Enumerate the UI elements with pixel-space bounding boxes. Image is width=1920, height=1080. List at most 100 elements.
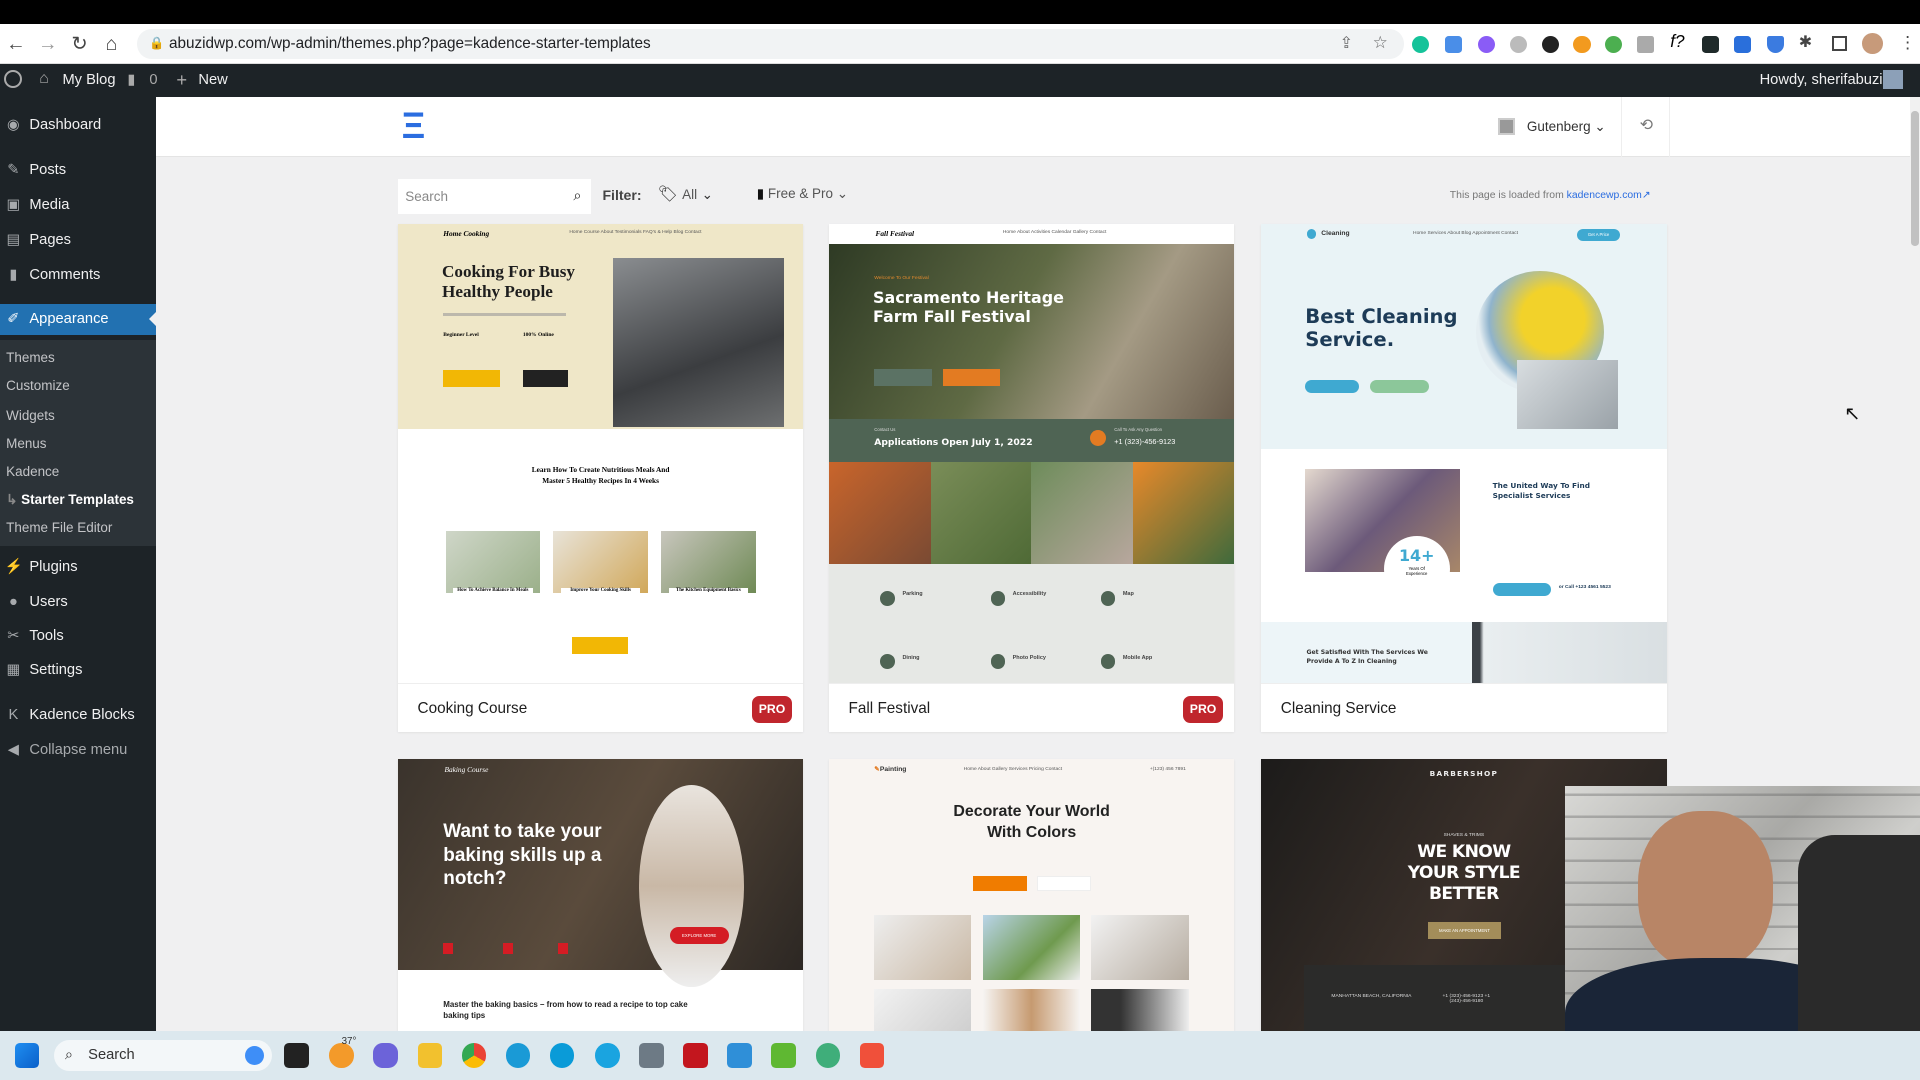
gallery-photo: [983, 914, 1080, 980]
calculator-icon[interactable]: [639, 1043, 664, 1068]
teams-chat-icon[interactable]: [373, 1043, 398, 1068]
submenu-starter-templates[interactable]: ↳ Starter Templates: [6, 492, 134, 508]
mcafee-icon[interactable]: [683, 1043, 708, 1068]
template-preview[interactable]: Cleaning Home Services About Blog Appoin…: [1261, 224, 1667, 684]
sidebar-item-posts[interactable]: ✎ Posts: [0, 155, 156, 187]
extension-icon[interactable]: [1444, 35, 1463, 53]
windows-start-icon[interactable]: [14, 1043, 40, 1068]
sidebar-item-settings[interactable]: ▦ Settings: [0, 655, 156, 687]
preview-brand: Baking Course: [444, 765, 489, 775]
skype-notification-icon[interactable]: [595, 1043, 620, 1068]
sidebar-item-appearance[interactable]: ✐ Appearance: [0, 303, 156, 336]
weather-widget-icon[interactable]: 37°: [329, 1036, 356, 1068]
power-extension-icon[interactable]: [1509, 35, 1527, 53]
tag-filter-select[interactable]: 🏷︎ All ⌄: [658, 184, 713, 204]
collapse-menu-button[interactable]: ◀ Collapse menu: [0, 735, 156, 767]
extension-icon[interactable]: [1573, 35, 1591, 53]
submenu-theme-file-editor[interactable]: Theme File Editor: [6, 520, 112, 535]
brand-logo-icon: [1306, 228, 1317, 239]
code-extension-icon[interactable]: [1637, 35, 1655, 53]
camtasia-recorder-icon[interactable]: [859, 1043, 885, 1068]
template-preview[interactable]: ✎Painting Home About Gallery Services Pr…: [829, 759, 1234, 1031]
mouse-cursor-icon: ↖: [1844, 402, 1861, 425]
sidebar-label: Media: [29, 196, 70, 213]
submenu-widgets[interactable]: Widgets: [6, 408, 55, 423]
sidebar-item-plugins[interactable]: ⚡ Plugins: [0, 552, 156, 584]
back-icon[interactable]: ←: [2, 31, 29, 58]
sidebar-item-users[interactable]: ● Users: [0, 587, 156, 619]
builder-value: Gutenberg: [1526, 118, 1591, 134]
home-icon[interactable]: ⌂: [98, 31, 125, 58]
extension-icon[interactable]: [1605, 35, 1623, 53]
dashboard-icon: ◉: [7, 117, 20, 134]
extension-icon[interactable]: [1733, 35, 1751, 53]
gallery-photo: [930, 461, 1031, 565]
file-explorer-icon[interactable]: [417, 1043, 443, 1068]
skype-icon[interactable]: [549, 1043, 575, 1068]
submenu-label: Starter Templates: [21, 492, 134, 508]
scrollbar-thumb[interactable]: [1911, 111, 1919, 247]
sidebar-item-kadence-blocks[interactable]: K Kadence Blocks: [0, 700, 156, 732]
share-icon[interactable]: ⇪: [1340, 33, 1353, 53]
sync-icon[interactable]: ⟲: [1640, 115, 1653, 135]
notepad-icon[interactable]: [727, 1043, 752, 1068]
extension-icon[interactable]: [1702, 35, 1720, 53]
submenu-customize[interactable]: Customize: [6, 378, 70, 393]
search-icon[interactable]: ⌕: [573, 179, 581, 215]
template-search-input[interactable]: Search ⌕: [397, 178, 592, 215]
reload-icon[interactable]: ↻: [66, 31, 93, 58]
preview-nav: Home About Activities Calendar Gallery C…: [1002, 230, 1107, 236]
app-icon[interactable]: [815, 1043, 840, 1068]
sidebar-item-comments[interactable]: ▮ Comments: [0, 260, 156, 292]
user-avatar[interactable]: [1883, 69, 1903, 90]
plus-icon: +: [176, 68, 188, 90]
plan-filter-select[interactable]: ▮ Free & Pro ⌄: [757, 186, 848, 202]
template-card-fall-festival[interactable]: Fall Festival Home About Activities Cale…: [828, 224, 1235, 733]
taskbar-search[interactable]: ⌕ Search: [53, 1039, 272, 1072]
profile-avatar[interactable]: [1862, 33, 1884, 54]
side-panel-icon[interactable]: [1831, 35, 1847, 52]
submenu-themes[interactable]: Themes: [6, 350, 55, 365]
address-bar[interactable]: 🔒 abuzidwp.com/wp-admin/themes.php?page=k…: [137, 29, 1405, 59]
gallery-photo: [874, 989, 971, 1031]
chrome-icon[interactable]: [461, 1043, 487, 1068]
wordpress-logo-icon[interactable]: [3, 69, 23, 89]
task-view-icon[interactable]: [284, 1043, 309, 1068]
account-greeting[interactable]: Howdy, sherifabuzid: [1760, 72, 1891, 88]
kadencewp-link[interactable]: kadencewp.com: [1567, 190, 1642, 201]
site-name-link[interactable]: My Blog: [62, 72, 115, 88]
grammarly-extension-icon[interactable]: [1411, 35, 1429, 53]
sidebar-item-tools[interactable]: ✂ Tools: [0, 621, 156, 653]
edge-icon[interactable]: [505, 1043, 531, 1068]
gallery-photo: [1091, 914, 1189, 980]
comments-count[interactable]: 0: [149, 72, 157, 88]
template-card-baking-course[interactable]: Baking Course Want to take your baking s…: [397, 759, 804, 1031]
extension-icon[interactable]: [1477, 35, 1496, 53]
template-card-cooking-course[interactable]: Home Cooking Home Course About Testimoni…: [397, 224, 804, 733]
comment-icon[interactable]: ▮: [127, 71, 135, 88]
bookmark-star-icon[interactable]: ☆: [1373, 32, 1388, 53]
extension-icon[interactable]: [1541, 35, 1559, 53]
bing-icon[interactable]: [244, 1045, 265, 1066]
template-preview[interactable]: Fall Festival Home About Activities Cale…: [828, 224, 1235, 684]
template-card-cleaning-service[interactable]: Cleaning Home Services About Blog Appoin…: [1261, 224, 1667, 733]
forward-icon[interactable]: →: [34, 31, 61, 58]
shield-extension-icon[interactable]: [1766, 35, 1785, 53]
template-card-painting[interactable]: ✎Painting Home About Gallery Services Pr…: [828, 759, 1235, 1031]
sidebar-item-pages[interactable]: ▤ Pages: [0, 225, 156, 257]
extensions-puzzle-icon[interactable]: ✱: [1799, 32, 1812, 52]
more-menu-icon[interactable]: ⋮: [1899, 32, 1916, 53]
sidebar-item-media[interactable]: ▣ Media: [0, 190, 156, 222]
builder-select[interactable]: Gutenberg ⌄: [1527, 119, 1606, 135]
camtasia-icon[interactable]: [771, 1043, 796, 1068]
preview-feature: Photo Policy: [1012, 655, 1046, 662]
new-link[interactable]: New: [198, 72, 227, 88]
cleaners-photo: [1471, 622, 1667, 684]
sidebar-item-dashboard[interactable]: ◉ Dashboard: [0, 110, 156, 142]
template-preview[interactable]: Baking Course Want to take your baking s…: [397, 759, 804, 1031]
font-extension-icon[interactable]: f?: [1670, 31, 1684, 52]
template-preview[interactable]: Home Cooking Home Course About Testimoni…: [397, 224, 804, 683]
submenu-menus[interactable]: Menus: [6, 436, 46, 451]
kadence-header: Ξ Gutenberg ⌄ ⟲: [155, 96, 1911, 157]
submenu-kadence[interactable]: Kadence: [6, 464, 59, 479]
